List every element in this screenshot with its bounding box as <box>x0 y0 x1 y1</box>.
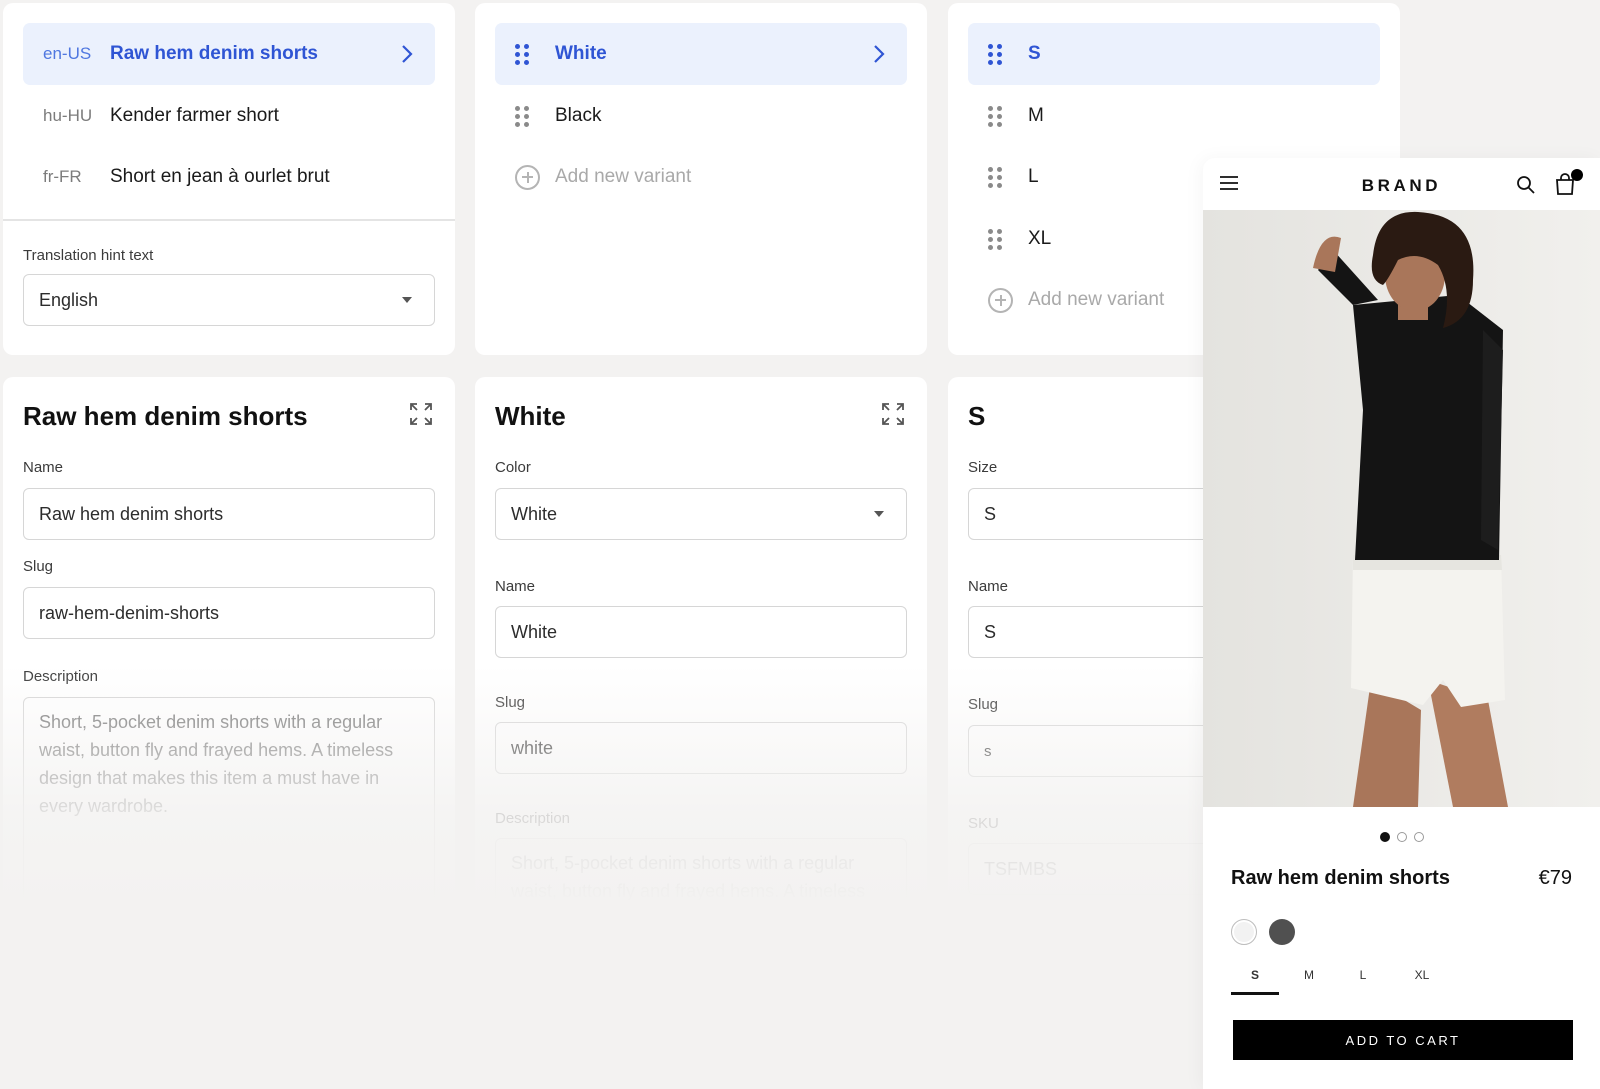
drag-handle-icon[interactable] <box>988 105 1028 127</box>
description-label: Description <box>495 810 571 827</box>
product-photo[interactable] <box>1203 210 1600 807</box>
slug-input[interactable]: raw-hem-denim-shorts <box>23 587 435 639</box>
chevron-right-icon <box>402 45 413 63</box>
color-select-value: White <box>511 503 558 524</box>
size-option-l[interactable]: L <box>1339 968 1387 992</box>
caret-down-icon <box>402 297 412 303</box>
size-option-m[interactable]: M <box>1285 968 1333 992</box>
product-name: Raw hem denim shorts <box>1231 867 1450 889</box>
translation-row-fr-fr[interactable]: fr-FR Short en jean à ourlet brut <box>23 146 435 208</box>
size-variant-s[interactable]: S <box>968 23 1380 85</box>
color-variant-black[interactable]: Black <box>495 85 907 147</box>
locale-code: hu-HU <box>43 106 93 125</box>
page-background-bottom <box>0 900 1203 1089</box>
locale-code: fr-FR <box>43 167 82 186</box>
translations-panel: en-US Raw hem denim shorts hu-HU Kender … <box>3 3 455 355</box>
description-label: Description <box>23 668 99 685</box>
drag-handle-icon[interactable] <box>515 105 555 127</box>
name-input[interactable]: Raw hem denim shorts <box>23 488 435 540</box>
plus-circle-icon <box>515 164 555 190</box>
slug-label: Slug <box>495 694 526 711</box>
variant-label: L <box>1028 166 1039 187</box>
size-option-s[interactable]: S <box>1231 968 1279 995</box>
add-to-cart-button[interactable]: ADD TO CART <box>1233 1020 1573 1060</box>
carousel-dot[interactable] <box>1396 832 1407 842</box>
storefront-preview: BRAND Raw hem denim shorts €79 S M L XL … <box>1203 158 1600 1089</box>
drag-handle-icon[interactable] <box>988 166 1028 188</box>
slug-input[interactable]: white <box>495 722 907 774</box>
drag-handle-icon[interactable] <box>988 228 1028 250</box>
size-title: S <box>968 401 986 431</box>
variant-label: XL <box>1028 228 1052 249</box>
plus-circle-icon <box>988 287 1028 313</box>
color-swatch-white[interactable] <box>1231 919 1257 945</box>
add-color-variant-button[interactable]: Add new variant <box>495 146 907 208</box>
chevron-right-icon <box>874 45 885 63</box>
color-variant-white[interactable]: White <box>495 23 907 85</box>
size-label: Size <box>968 459 998 476</box>
name-label: Name <box>968 578 1009 595</box>
expand-icon[interactable] <box>409 402 433 426</box>
variant-label: White <box>555 43 607 64</box>
color-swatch-black[interactable] <box>1269 919 1295 945</box>
sku-label: SKU <box>968 815 999 832</box>
product-title: Raw hem denim shorts <box>23 401 308 431</box>
translation-hint-label: Translation hint text <box>23 247 154 264</box>
size-option-xl[interactable]: XL <box>1398 968 1446 992</box>
caret-down-icon <box>874 511 884 517</box>
add-variant-label: Add new variant <box>555 166 692 187</box>
translation-hint-select[interactable]: English <box>23 274 435 326</box>
color-select[interactable]: White <box>495 488 907 540</box>
storefront-navbar: BRAND <box>1203 158 1600 210</box>
color-label: Color <box>495 459 531 476</box>
translation-name: Kender farmer short <box>110 105 279 126</box>
variant-label: M <box>1028 105 1044 126</box>
cart-badge <box>1571 169 1583 181</box>
locale-code: en-US <box>43 44 92 63</box>
translation-name: Raw hem denim shorts <box>110 43 318 64</box>
drag-handle-icon[interactable] <box>988 43 1028 65</box>
translation-row-en-us[interactable]: en-US Raw hem denim shorts <box>23 23 435 85</box>
color-variants-panel: White Black Add new variant <box>475 3 927 355</box>
drag-handle-icon[interactable] <box>515 43 555 65</box>
add-variant-label: Add new variant <box>1028 289 1165 310</box>
expand-icon[interactable] <box>881 402 905 426</box>
slug-label: Slug <box>968 696 999 713</box>
translation-name: Short en jean à ourlet brut <box>110 166 330 187</box>
carousel-dot-active[interactable] <box>1379 832 1390 842</box>
name-label: Name <box>23 459 64 476</box>
variant-label: Black <box>555 105 602 126</box>
name-input[interactable]: White <box>495 606 907 658</box>
variant-label: S <box>1028 43 1041 64</box>
carousel-dot[interactable] <box>1413 832 1424 842</box>
slug-label: Slug <box>23 558 54 575</box>
product-price: €79 <box>1538 867 1572 889</box>
search-icon[interactable] <box>1516 175 1536 195</box>
carousel-indicator <box>1203 829 1600 847</box>
size-variant-m[interactable]: M <box>968 85 1380 147</box>
translation-row-hu-hu[interactable]: hu-HU Kender farmer short <box>23 85 435 147</box>
brand-logo[interactable]: BRAND <box>1203 176 1600 196</box>
color-title: White <box>495 401 566 431</box>
model-illustration <box>1203 210 1600 807</box>
translation-hint-value: English <box>39 289 99 310</box>
name-label: Name <box>495 578 536 595</box>
divider <box>3 219 455 221</box>
